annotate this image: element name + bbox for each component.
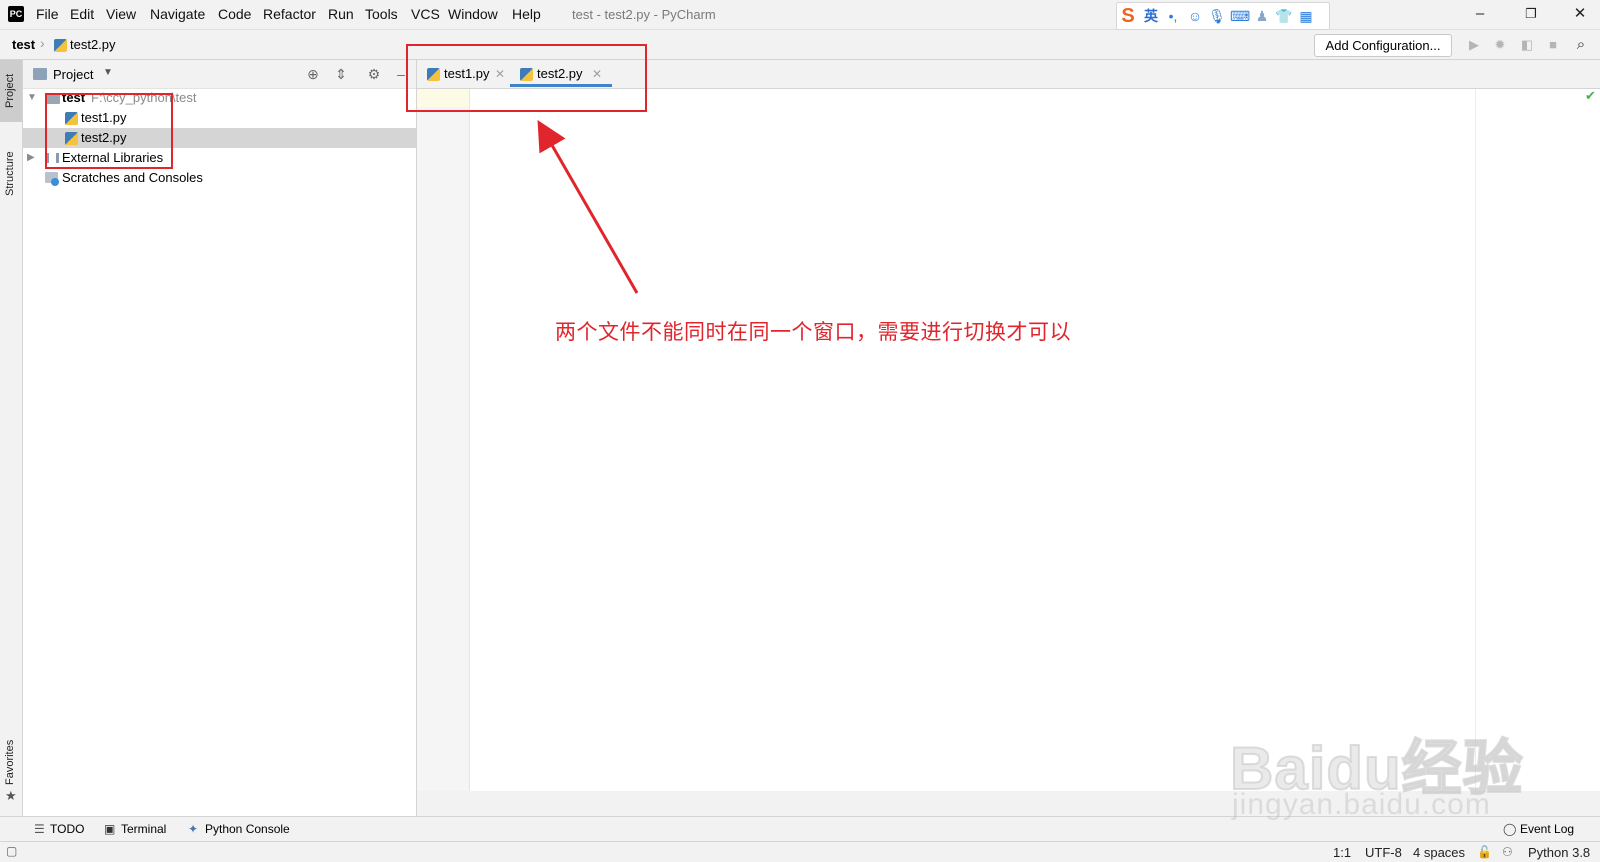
annotation-text: 两个文件不能同时在同一个窗口，需要进行切换才可以	[555, 321, 1071, 344]
baidu-watermark-url: jingyan.baidu.com	[1232, 788, 1491, 821]
